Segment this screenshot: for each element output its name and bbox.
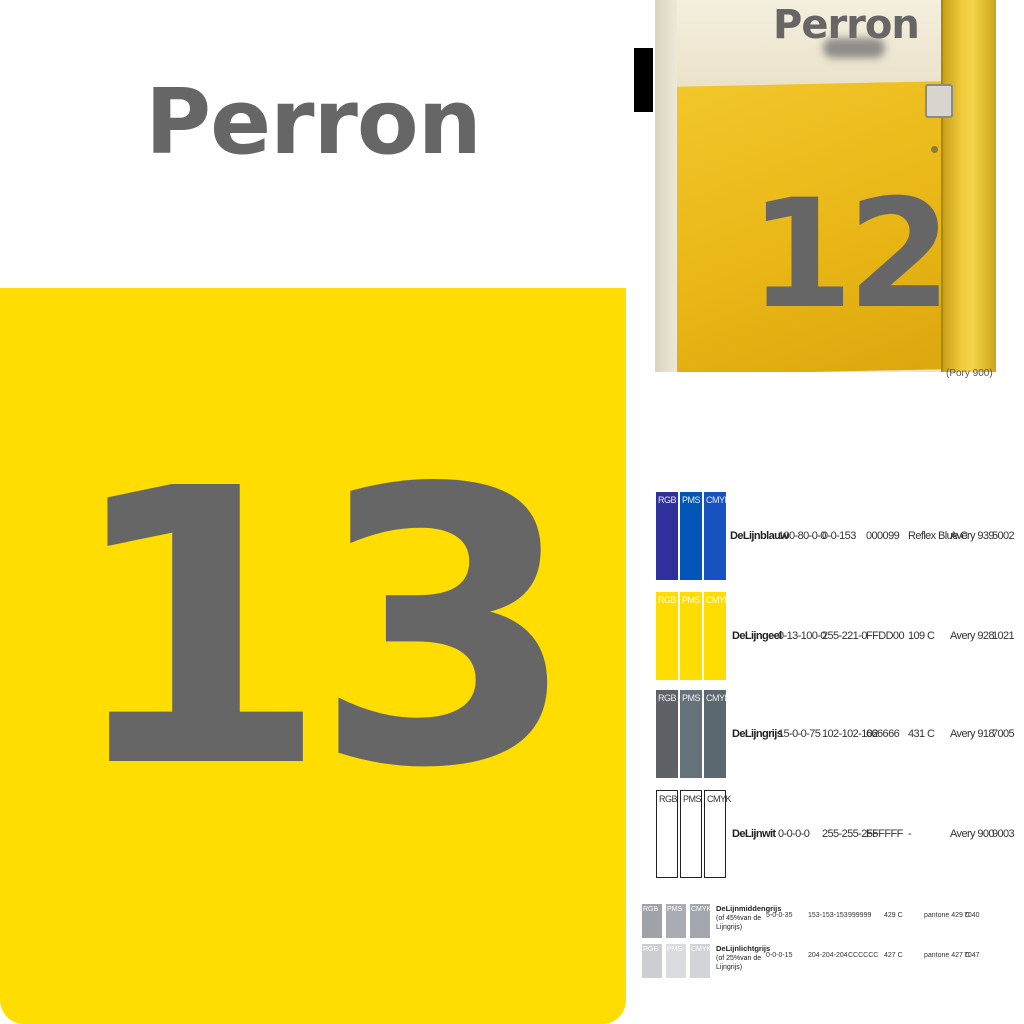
color-value: 5002 [992, 530, 1015, 542]
color-swatch: PMS [680, 690, 702, 778]
color-value: FFFFFF [866, 828, 903, 840]
sign-photo: Perron 12 [655, 0, 996, 372]
color-name: DeLijngeel [732, 630, 782, 642]
swatch-label: RGB [658, 495, 677, 505]
color-value: 0-0-0-15 [766, 952, 793, 959]
photo-blurred-mark [823, 38, 885, 58]
color-value: 204-204-204 [808, 952, 848, 959]
swatch-label: CMYK [691, 946, 712, 953]
color-swatch: PMS [680, 592, 702, 680]
color-row: RGB PMS CMYK DeLijngrijs 15-0-0-75 102-102-10… [654, 690, 1015, 780]
swatch-label: RGB [658, 595, 677, 605]
platform-sign: Perron 13 [0, 0, 626, 1024]
color-value: 5-0-0-35 [766, 912, 793, 919]
color-value: 431 C [908, 728, 935, 740]
color-value: 1021 [992, 630, 1015, 642]
color-value: 255-221-0 [822, 630, 867, 642]
swatch-label: RGB [643, 906, 659, 913]
photo-left-edge [655, 0, 677, 372]
swatch-label: RGB [658, 693, 677, 703]
color-value: 9003 [992, 828, 1015, 840]
color-value: 7047 [964, 952, 980, 959]
photo-bolt [931, 146, 938, 153]
color-value: 7040 [964, 912, 980, 919]
color-swatch: CMYK [690, 904, 712, 938]
photo-yellow-pole [943, 0, 996, 372]
swatch-label: PMS [682, 595, 701, 605]
swatch-label: CMYK [706, 595, 731, 605]
color-value: - [908, 828, 912, 840]
color-name-note: (of 25%van de Lijngrijs) [716, 954, 762, 971]
color-value: CCCCCC [848, 952, 879, 959]
swatch-label: PMS [667, 946, 683, 953]
color-value: Avery 918 [950, 728, 995, 740]
color-swatch: CMYK [704, 492, 731, 580]
color-value: FFDD00 [866, 630, 905, 642]
color-row-small: RGB PMS CMYK DeLijnlichtgrijs (of 25%van de … [642, 944, 1022, 982]
color-value: 666666 [866, 728, 900, 740]
color-value: 109 C [908, 630, 935, 642]
photo-sign-number: 12 [749, 168, 952, 342]
color-value: 429 C [884, 912, 903, 919]
photo-bracket [925, 84, 953, 118]
swatch-label: PMS [682, 495, 701, 505]
swatch-label: PMS [682, 693, 701, 703]
color-row: RGB PMS CMYK DeLijnwit 0-0-0-0 255-255-255 FFF… [654, 790, 1015, 880]
color-swatch: PMS [666, 944, 686, 978]
swatch-label: CMYK [691, 906, 712, 913]
color-swatch: RGB [642, 904, 662, 938]
color-value: 153-153-153 [808, 912, 848, 919]
swatch-label: PMS [667, 906, 683, 913]
color-swatch: CMYK [704, 592, 731, 680]
color-value: 7005 [992, 728, 1015, 740]
color-name: DeLijngrijs [732, 728, 783, 740]
color-value: 0-0-0-0 [778, 828, 810, 840]
color-value: Avery 939 [950, 530, 995, 542]
color-name-note: (of 45%van de Lijngrijs) [716, 914, 762, 931]
color-value: 0-13-100-0 [778, 630, 826, 642]
photo-caption: (Pory 900) [946, 368, 993, 379]
color-value: Avery 928 [950, 630, 995, 642]
color-swatch: RGB [656, 790, 678, 878]
color-swatch: CMYK [704, 790, 732, 878]
color-row: RGB PMS CMYK DeLijnblauw 100-80-0-0 0-0-153 00… [654, 492, 1015, 582]
color-name: DeLijnwit [732, 828, 776, 840]
color-swatch: CMYK [690, 944, 712, 978]
swatch-label: PMS [683, 794, 702, 804]
color-swatch: RGB [642, 944, 662, 978]
color-value: 15-0-0-75 [778, 728, 821, 740]
color-value: 427 C [884, 952, 903, 959]
color-value: 000099 [866, 530, 900, 542]
color-row-small: RGB PMS CMYK DeLijnmiddengrijs (of 45%van de… [642, 904, 1022, 942]
color-value: 100-80-0-0 [778, 530, 826, 542]
swatch-label: CMYK [706, 693, 731, 703]
color-value: Avery 900 [950, 828, 995, 840]
photo-black-bar [634, 48, 653, 112]
color-swatch: RGB [656, 492, 678, 580]
swatch-label: RGB [643, 946, 659, 953]
color-value: 999999 [848, 912, 872, 919]
swatch-label: CMYK [707, 794, 732, 804]
color-name-title: DeLijnlichtgrijs [716, 944, 771, 953]
color-swatch: PMS [666, 904, 686, 938]
swatch-label: CMYK [706, 495, 731, 505]
sign-number: 13 [64, 408, 578, 851]
color-row: RGB PMS CMYK DeLijngeel 0-13-100-0 255-221-0 F… [654, 592, 1015, 682]
color-swatch: RGB [656, 592, 678, 680]
color-swatch: PMS [680, 790, 702, 878]
swatch-label: RGB [659, 794, 678, 804]
color-value: 0-0-153 [822, 530, 856, 542]
sign-label: Perron [145, 70, 482, 175]
color-swatch: RGB [656, 690, 678, 778]
color-swatch: CMYK [704, 690, 731, 778]
color-swatch: PMS [680, 492, 702, 580]
